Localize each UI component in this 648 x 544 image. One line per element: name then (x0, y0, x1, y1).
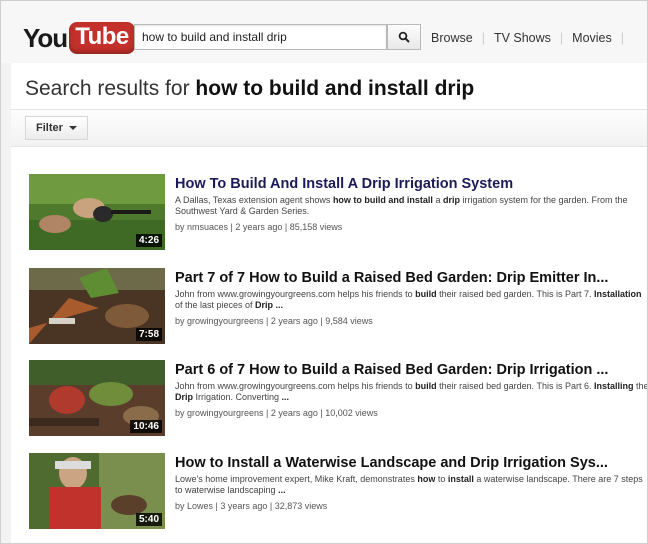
video-description: John from www.growingyourgreens.com help… (175, 289, 642, 310)
video-description: John from www.growingyourgreens.com help… (175, 381, 648, 402)
site-header: You Tube Browse | TV Shows | Movies | (1, 1, 647, 63)
result-item[interactable]: 7:58 Part 7 of 7 How to Build a Raised B… (29, 268, 647, 346)
video-description: A Dallas, Texas extension agent shows ho… (175, 195, 628, 216)
video-meta: by Lowes | 3 years ago | 32,873 views (175, 501, 328, 511)
page-title-query: how to build and install drip (195, 77, 475, 100)
video-title-link[interactable]: Part 7 of 7 How to Build a Raised Bed Ga… (175, 270, 647, 286)
video-thumbnail[interactable]: 7:58 (29, 268, 165, 344)
result-item[interactable]: 10:46 Part 6 of 7 How to Build a Raised … (29, 360, 648, 438)
filter-label: Filter (36, 122, 63, 134)
top-nav: Browse | TV Shows | Movies | (431, 31, 633, 45)
youtube-page: You Tube Browse | TV Shows | Movies | Se… (0, 0, 648, 544)
page-title-prefix: Search results for (25, 77, 190, 100)
search-button[interactable] (387, 24, 421, 50)
nav-separator: | (620, 31, 624, 45)
video-thumbnail[interactable]: 4:26 (29, 174, 165, 250)
nav-movies[interactable]: Movies (572, 31, 612, 45)
video-duration: 7:58 (135, 328, 162, 341)
video-meta: by growingyourgreens | 2 years ago | 9,5… (175, 316, 373, 326)
nav-separator: | (481, 31, 485, 45)
video-thumbnail[interactable]: 5:40 (29, 453, 165, 529)
logo-you-text: You (23, 22, 68, 53)
video-meta: by nmsuaces | 2 years ago | 85,158 views (175, 222, 343, 232)
page-title: Search results for how to build and inst… (25, 77, 474, 101)
logo-tube-text: Tube (69, 22, 135, 54)
results-panel: Search results for how to build and inst… (11, 63, 648, 543)
filter-button[interactable]: Filter (25, 116, 88, 140)
youtube-logo[interactable]: You Tube (23, 21, 135, 55)
result-item[interactable]: 5:40 How to Install a Waterwise Landscap… (29, 453, 647, 531)
result-item[interactable]: 4:26 How To Build And Install A Drip Irr… (29, 174, 647, 252)
video-thumbnail[interactable]: 10:46 (29, 360, 165, 436)
video-duration: 5:40 (135, 513, 162, 526)
filter-bar: Filter (11, 109, 647, 147)
nav-separator: | (559, 31, 564, 45)
video-description: Lowe's home improvement expert, Mike Kra… (175, 474, 643, 495)
search-icon (398, 31, 410, 43)
nav-tv-shows[interactable]: TV Shows (494, 31, 551, 45)
video-title-link[interactable]: How to Install a Waterwise Landscape and… (175, 455, 647, 471)
video-meta: by growingyourgreens | 2 years ago | 10,… (175, 408, 378, 418)
search-input[interactable] (134, 24, 387, 50)
video-title-link[interactable]: How To Build And Install A Drip Irrigati… (175, 176, 647, 192)
chevron-down-icon (68, 126, 77, 130)
nav-browse[interactable]: Browse (431, 31, 473, 45)
video-duration: 4:26 (135, 234, 162, 247)
video-title-link[interactable]: Part 6 of 7 How to Build a Raised Bed Ga… (175, 362, 647, 378)
video-duration: 10:46 (130, 420, 162, 433)
